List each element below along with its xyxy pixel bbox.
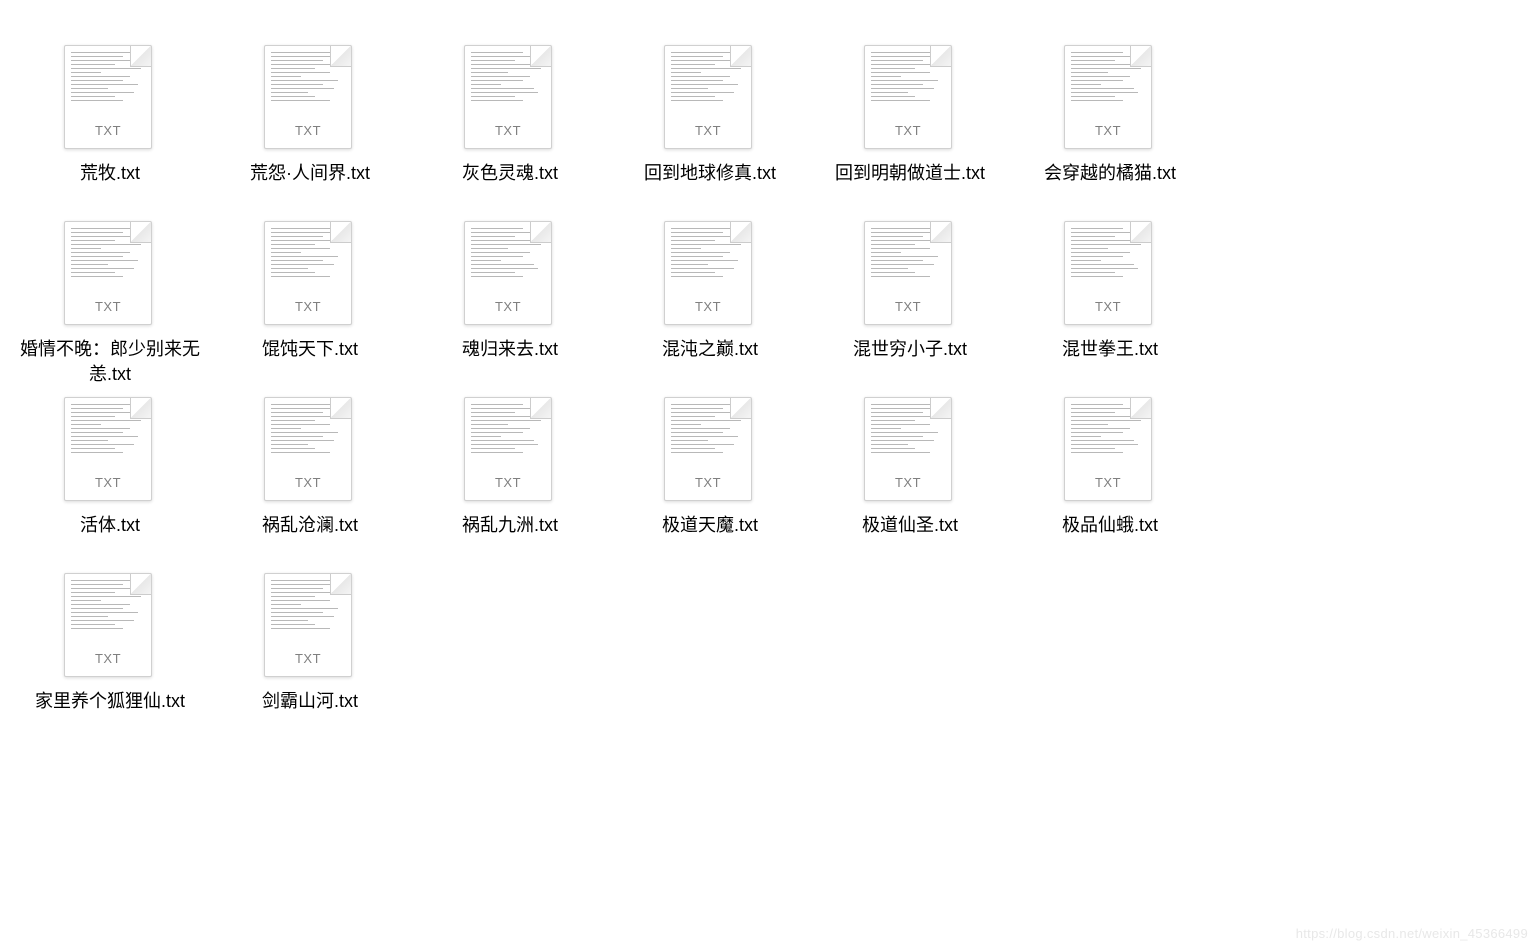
txt-file-icon: TXT: [64, 573, 156, 681]
file-extension-label: TXT: [665, 299, 751, 314]
file-item[interactable]: TXT 荒牧.txt: [10, 40, 210, 216]
file-item[interactable]: TXT 魂归来去.txt: [410, 216, 610, 392]
file-extension-label: TXT: [865, 475, 951, 490]
file-name-label: 极品仙蛾.txt: [1062, 513, 1158, 563]
file-name-label: 馄饨天下.txt: [262, 337, 358, 387]
file-name-label: 婚情不晚：郎少别来无恙.txt: [20, 337, 200, 387]
file-name-label: 极道天魔.txt: [662, 513, 758, 563]
file-item[interactable]: TXT 极道天魔.txt: [610, 392, 810, 568]
txt-file-icon: TXT: [1064, 397, 1156, 505]
txt-file-icon: TXT: [264, 45, 356, 153]
file-extension-label: TXT: [665, 475, 751, 490]
file-extension-label: TXT: [65, 123, 151, 138]
file-extension-label: TXT: [865, 299, 951, 314]
file-name-label: 祸乱沧澜.txt: [262, 513, 358, 563]
file-extension-label: TXT: [65, 475, 151, 490]
file-name-label: 会穿越的橘猫.txt: [1044, 161, 1176, 211]
file-item[interactable]: TXT 灰色灵魂.txt: [410, 40, 610, 216]
file-extension-label: TXT: [1065, 123, 1151, 138]
file-name-label: 回到地球修真.txt: [644, 161, 776, 211]
file-item[interactable]: TXT 会穿越的橘猫.txt: [1010, 40, 1210, 216]
txt-file-icon: TXT: [64, 397, 156, 505]
file-name-label: 荒牧.txt: [80, 161, 140, 211]
file-item[interactable]: TXT 馄饨天下.txt: [210, 216, 410, 392]
file-item[interactable]: TXT 家里养个狐狸仙.txt: [10, 568, 210, 744]
txt-file-icon: TXT: [1064, 45, 1156, 153]
file-name-label: 灰色灵魂.txt: [462, 161, 558, 211]
file-extension-label: TXT: [265, 299, 351, 314]
file-grid: TXT 荒牧.txt TXT 荒怨·人间界.txt TXT 灰色灵魂.txt TXT 回到地球…: [0, 0, 1536, 744]
txt-file-icon: TXT: [864, 221, 956, 329]
txt-file-icon: TXT: [664, 221, 756, 329]
file-item[interactable]: TXT 活体.txt: [10, 392, 210, 568]
file-item[interactable]: TXT 剑霸山河.txt: [210, 568, 410, 744]
file-item[interactable]: TXT 回到明朝做道士.txt: [810, 40, 1010, 216]
file-item[interactable]: TXT 婚情不晚：郎少别来无恙.txt: [10, 216, 210, 392]
file-name-label: 回到明朝做道士.txt: [835, 161, 985, 211]
file-name-label: 混世穷小子.txt: [853, 337, 967, 387]
txt-file-icon: TXT: [264, 397, 356, 505]
file-item[interactable]: TXT 混世穷小子.txt: [810, 216, 1010, 392]
txt-file-icon: TXT: [664, 397, 756, 505]
file-item[interactable]: TXT 祸乱沧澜.txt: [210, 392, 410, 568]
file-extension-label: TXT: [865, 123, 951, 138]
txt-file-icon: TXT: [464, 397, 556, 505]
txt-file-icon: TXT: [464, 45, 556, 153]
file-name-label: 活体.txt: [80, 513, 140, 563]
file-name-label: 混沌之巅.txt: [662, 337, 758, 387]
file-item[interactable]: TXT 混沌之巅.txt: [610, 216, 810, 392]
file-name-label: 祸乱九洲.txt: [462, 513, 558, 563]
file-item[interactable]: TXT 回到地球修真.txt: [610, 40, 810, 216]
file-extension-label: TXT: [1065, 299, 1151, 314]
file-name-label: 混世拳王.txt: [1062, 337, 1158, 387]
txt-file-icon: TXT: [64, 45, 156, 153]
txt-file-icon: TXT: [864, 397, 956, 505]
watermark-text: https://blog.csdn.net/weixin_45366499: [1296, 926, 1528, 941]
file-extension-label: TXT: [265, 475, 351, 490]
file-extension-label: TXT: [465, 123, 551, 138]
txt-file-icon: TXT: [64, 221, 156, 329]
file-extension-label: TXT: [1065, 475, 1151, 490]
file-extension-label: TXT: [665, 123, 751, 138]
file-item[interactable]: TXT 荒怨·人间界.txt: [210, 40, 410, 216]
file-name-label: 魂归来去.txt: [462, 337, 558, 387]
file-item[interactable]: TXT 极道仙圣.txt: [810, 392, 1010, 568]
file-item[interactable]: TXT 极品仙蛾.txt: [1010, 392, 1210, 568]
txt-file-icon: TXT: [664, 45, 756, 153]
txt-file-icon: TXT: [464, 221, 556, 329]
txt-file-icon: TXT: [1064, 221, 1156, 329]
txt-file-icon: TXT: [864, 45, 956, 153]
file-name-label: 剑霸山河.txt: [262, 689, 358, 739]
file-name-label: 荒怨·人间界.txt: [250, 161, 370, 211]
file-extension-label: TXT: [65, 651, 151, 666]
txt-file-icon: TXT: [264, 573, 356, 681]
file-item[interactable]: TXT 祸乱九洲.txt: [410, 392, 610, 568]
file-item[interactable]: TXT 混世拳王.txt: [1010, 216, 1210, 392]
txt-file-icon: TXT: [264, 221, 356, 329]
file-extension-label: TXT: [465, 299, 551, 314]
file-name-label: 极道仙圣.txt: [862, 513, 958, 563]
file-extension-label: TXT: [65, 299, 151, 314]
file-extension-label: TXT: [265, 651, 351, 666]
file-name-label: 家里养个狐狸仙.txt: [35, 689, 185, 739]
file-extension-label: TXT: [265, 123, 351, 138]
file-extension-label: TXT: [465, 475, 551, 490]
